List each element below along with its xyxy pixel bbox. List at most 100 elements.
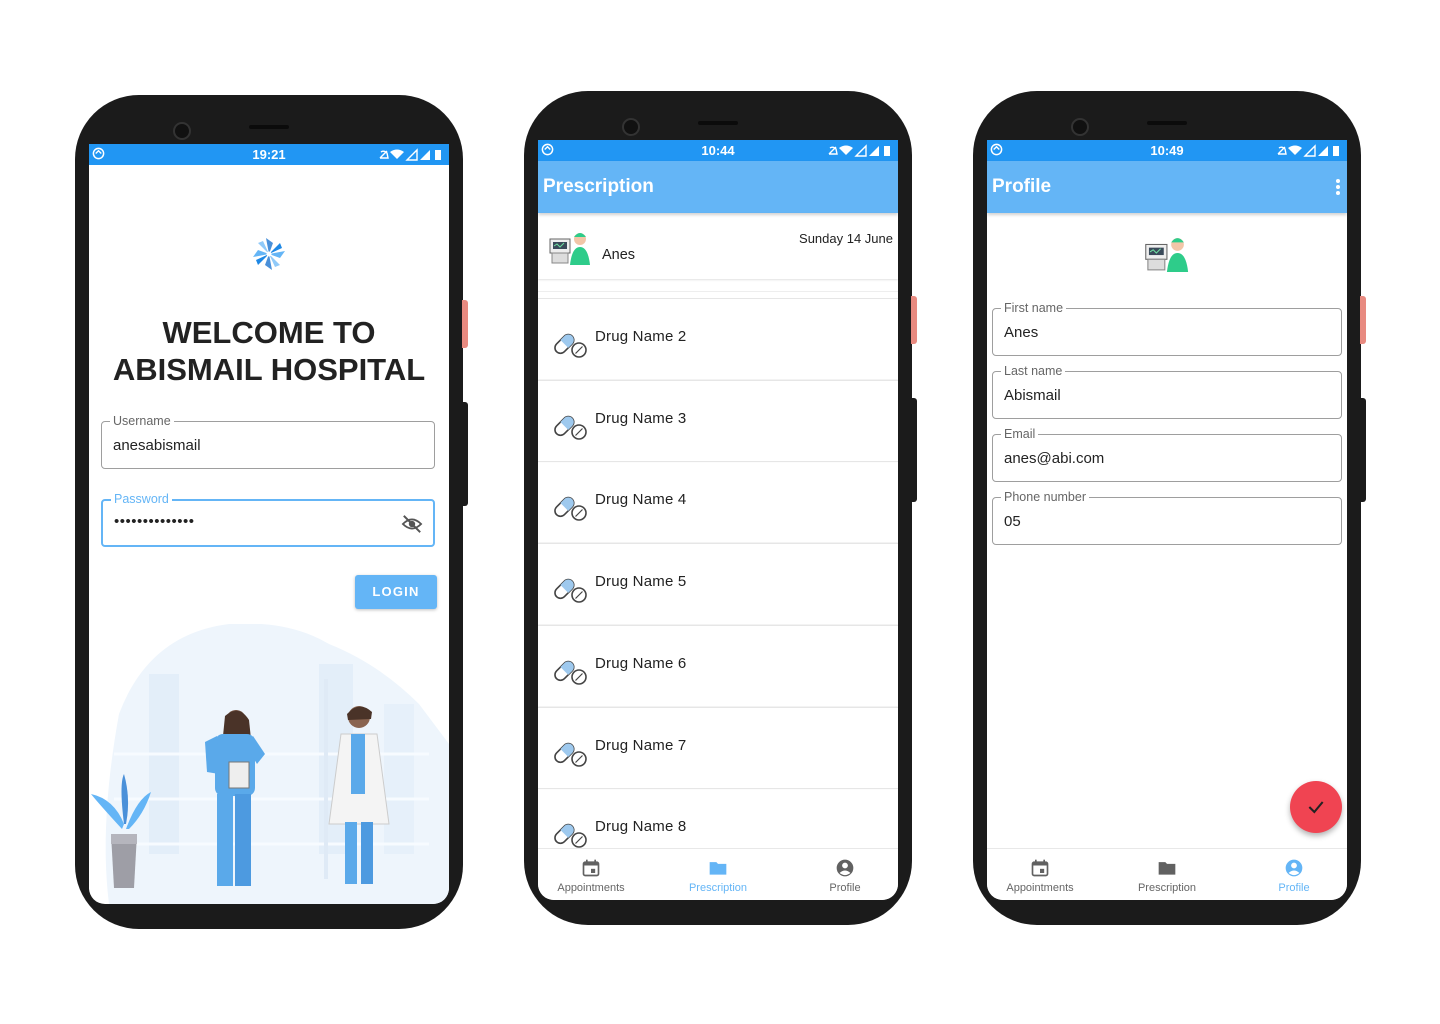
- status-icons: [826, 144, 898, 160]
- check-icon: [1308, 801, 1324, 814]
- bottom-navigation: Appointments Prescription Profile: [987, 848, 1347, 900]
- app-bar: Prescription: [538, 161, 898, 213]
- drug-list-item[interactable]: Drug Name 4: [538, 461, 898, 542]
- drug-list-item[interactable]: Drug Name 2: [538, 298, 898, 379]
- power-button: [462, 402, 468, 506]
- status-bar: 10:49: [987, 140, 1347, 161]
- drug-name: Drug Name 7: [595, 736, 687, 754]
- prescription-date: Sunday 14 June: [799, 231, 893, 246]
- volume-button: [462, 300, 468, 348]
- page-title: Prescription: [543, 176, 654, 197]
- prescription-screen: 10:44 Prescription Sunday 14 June Anes D…: [538, 140, 898, 900]
- drug-name: Drug Name 6: [595, 654, 687, 672]
- list-divider: [538, 291, 898, 292]
- username-label: Username: [110, 414, 174, 428]
- nav-prescription[interactable]: Prescription: [1107, 849, 1227, 900]
- password-label: Password: [111, 492, 172, 506]
- nav-label-profile: Profile: [829, 882, 861, 894]
- drug-list-item[interactable]: Drug Name 6: [538, 624, 898, 706]
- status-icons: [1275, 144, 1347, 160]
- calendar-icon: [581, 858, 601, 881]
- nav-label-prescription: Prescription: [688, 882, 748, 894]
- password-field[interactable]: Password ••••••••••••••: [101, 492, 435, 547]
- drug-list-item[interactable]: Drug Name 3: [538, 379, 898, 461]
- app-bar: Profile: [987, 161, 1347, 213]
- folder-icon: [708, 858, 728, 881]
- pill-icon: [552, 738, 588, 773]
- front-camera: [1071, 118, 1089, 136]
- pill-icon: [552, 656, 588, 691]
- nav-profile[interactable]: Profile: [785, 849, 898, 900]
- patient-name: Anes: [602, 247, 636, 263]
- first-name-field[interactable]: First name Anes: [992, 301, 1342, 356]
- drug-list-item[interactable]: Drug Name 7: [538, 706, 898, 788]
- nav-appointments[interactable]: Appointments: [538, 849, 651, 900]
- welcome-line-2: ABISMAIL HOSPITAL: [112, 352, 426, 387]
- eye-off-icon[interactable]: [401, 514, 423, 539]
- profile-avatar: [1143, 236, 1193, 277]
- first-name-value: Anes: [1004, 324, 1039, 341]
- account-circle-icon: [1284, 858, 1304, 881]
- nav-label-appointments: Appointments: [557, 882, 625, 894]
- pill-icon: [552, 574, 588, 609]
- drug-name: Drug Name 8: [595, 818, 687, 836]
- status-icons: [377, 148, 449, 164]
- front-camera: [173, 122, 191, 140]
- status-bar: 19:21: [89, 144, 449, 165]
- more-vert-icon[interactable]: [1335, 178, 1341, 201]
- save-button[interactable]: [1290, 781, 1342, 833]
- front-camera: [622, 118, 640, 136]
- username-field[interactable]: Username anesabismail: [101, 414, 435, 469]
- nav-label-prescription: Prescription: [1137, 882, 1197, 894]
- password-value: ••••••••••••••: [114, 513, 195, 530]
- drug-name: Drug Name 2: [595, 328, 687, 345]
- pill-icon: [552, 492, 588, 527]
- phone-profile: 10:49 Profile First name Anes Last name …: [973, 91, 1366, 925]
- status-bar: 10:44: [538, 140, 898, 161]
- username-value: anesabismail: [113, 437, 201, 454]
- folder-icon: [1157, 858, 1177, 881]
- calendar-icon: [1030, 858, 1050, 881]
- power-button: [911, 398, 917, 502]
- email-field[interactable]: Email anes@abi.com: [992, 427, 1342, 482]
- patient-header: Sunday 14 June Anes: [538, 213, 898, 279]
- nav-label-profile: Profile: [1278, 882, 1310, 894]
- earpiece-speaker: [249, 125, 289, 129]
- last-name-field[interactable]: Last name Abismail: [992, 364, 1342, 419]
- profile-screen: 10:49 Profile First name Anes Last name …: [987, 140, 1347, 900]
- login-button[interactable]: LOGIN: [355, 575, 437, 609]
- phone-number-field[interactable]: Phone number 05: [992, 490, 1342, 545]
- pill-icon: [552, 411, 588, 446]
- nav-label-appointments: Appointments: [1006, 882, 1074, 894]
- nav-prescription[interactable]: Prescription: [658, 849, 778, 900]
- phone-login: 19:21 WELCOME TO ABISMAIL HOSPITAL Usern…: [75, 95, 468, 929]
- phone-number-label: Phone number: [1001, 490, 1090, 504]
- login-screen: 19:21 WELCOME TO ABISMAIL HOSPITAL Usern…: [89, 144, 449, 904]
- doctor-avatar: [548, 231, 594, 270]
- nav-profile[interactable]: Profile: [1234, 849, 1347, 900]
- volume-button: [911, 296, 917, 344]
- first-name-label: First name: [1001, 301, 1067, 315]
- bottom-navigation: Appointments Prescription Profile: [538, 848, 898, 900]
- volume-button: [1360, 296, 1366, 344]
- drug-list-item[interactable]: Drug Name 5: [538, 543, 898, 624]
- phone-number-value: 05: [1004, 513, 1021, 530]
- phone-prescription: 10:44 Prescription Sunday 14 June Anes D…: [524, 91, 917, 925]
- page-title: Profile: [992, 176, 1052, 197]
- earpiece-speaker: [698, 121, 738, 125]
- nav-appointments[interactable]: Appointments: [987, 849, 1100, 900]
- email-value: anes@abi.com: [1004, 450, 1105, 467]
- welcome-heading: WELCOME TO ABISMAIL HOSPITAL: [89, 314, 449, 388]
- drug-name: Drug Name 4: [595, 491, 687, 509]
- last-name-label: Last name: [1001, 364, 1066, 378]
- earpiece-speaker: [1147, 121, 1187, 125]
- email-label: Email: [1001, 427, 1039, 441]
- account-circle-icon: [835, 858, 855, 881]
- last-name-value: Abismail: [1004, 387, 1061, 404]
- pinwheel-logo-icon: [249, 234, 289, 279]
- hospital-staff-illustration: [89, 623, 449, 904]
- pill-icon: [552, 329, 588, 364]
- drug-name: Drug Name 3: [595, 409, 687, 427]
- drug-name: Drug Name 5: [595, 573, 687, 591]
- power-button: [1360, 398, 1366, 502]
